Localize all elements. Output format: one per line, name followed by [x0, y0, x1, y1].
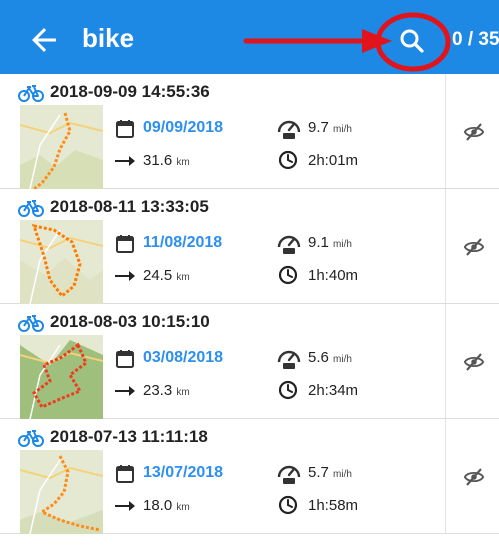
track-map-thumbnail[interactable]: [20, 220, 103, 304]
track-list: 2018-09-09 14:55:36 09/09/2018 31.6 km 9…: [0, 74, 499, 534]
track-avg-speed: 9.1 mi/h: [308, 234, 352, 251]
track-row[interactable]: 2018-08-11 13:33:05 11/08/2018 24.5 km 9…: [0, 189, 499, 304]
row-divider: [445, 74, 446, 188]
distance-value: 23.3: [143, 382, 173, 399]
track-avg-speed: 5.6 mi/h: [308, 349, 352, 366]
track-distance: 18.0 km: [143, 497, 190, 514]
track-row[interactable]: 2018-07-13 11:11:18 13/07/2018 18.0 km 5…: [0, 419, 499, 534]
speed-unit: mi/h: [333, 239, 352, 250]
eye-off-icon[interactable]: [463, 466, 485, 488]
clock-icon: [278, 265, 298, 285]
clock-icon: [278, 150, 298, 170]
speed-value: 9.1: [308, 234, 329, 251]
track-map-thumbnail[interactable]: [20, 450, 103, 534]
arrow-right-icon: [115, 271, 135, 281]
track-distance: 31.6 km: [143, 152, 190, 169]
track-map-thumbnail[interactable]: [20, 105, 103, 189]
track-title: 2018-09-09 14:55:36: [50, 82, 210, 101]
speed-unit: mi/h: [333, 469, 352, 480]
map-thumbnail-image: [20, 105, 103, 189]
distance-unit: km: [176, 157, 190, 168]
track-duration: 1h:58m: [308, 497, 359, 514]
track-avg-speed: 9.7 mi/h: [308, 119, 352, 136]
track-date: 09/09/2018: [143, 119, 224, 136]
map-thumbnail-image: [20, 220, 103, 304]
track-title: 2018-08-11 13:33:05: [50, 197, 209, 216]
clock-icon: [278, 495, 298, 515]
arrow-right-icon: [115, 156, 135, 166]
arrow-right-icon: [115, 501, 135, 511]
distance-unit: km: [176, 387, 190, 398]
speed-value: 5.6: [308, 349, 329, 366]
distance-value: 18.0: [143, 497, 173, 514]
track-duration: 2h:01m: [308, 152, 359, 169]
speedometer-icon: [277, 465, 301, 484]
distance-unit: km: [176, 272, 190, 283]
row-divider: [445, 189, 446, 303]
distance-unit: km: [176, 502, 190, 513]
eye-off-icon[interactable]: [463, 351, 485, 373]
speedometer-icon: [277, 235, 301, 254]
track-date: 11/08/2018: [143, 234, 223, 251]
bicycle-icon: [18, 85, 44, 102]
distance-value: 24.5: [143, 267, 173, 284]
calendar-icon: [116, 235, 134, 253]
calendar-icon: [116, 120, 134, 138]
calendar-icon: [116, 350, 134, 368]
distance-value: 31.6: [143, 152, 173, 169]
row-divider: [445, 419, 446, 533]
back-button[interactable]: [26, 22, 62, 58]
track-title: 2018-07-13 11:11:18: [50, 427, 208, 446]
track-date: 03/08/2018: [143, 349, 224, 366]
results-counter: 0 / 35: [452, 29, 499, 50]
calendar-icon: [116, 465, 134, 483]
arrow-left-icon: [32, 28, 56, 52]
track-distance: 23.3 km: [143, 382, 190, 399]
clock-icon: [278, 380, 298, 400]
track-duration: 1h:40m: [308, 267, 359, 284]
speed-unit: mi/h: [333, 124, 352, 135]
speed-value: 5.7: [308, 464, 329, 481]
row-divider: [445, 304, 446, 418]
map-thumbnail-image: [20, 450, 103, 534]
bicycle-icon: [18, 430, 44, 447]
track-map-thumbnail[interactable]: [20, 335, 103, 419]
annotation-ring: [375, 12, 451, 72]
track-avg-speed: 5.7 mi/h: [308, 464, 352, 481]
track-row[interactable]: 2018-08-03 10:15:10 03/08/2018 23.3 km 5…: [0, 304, 499, 419]
page-title: bike: [82, 23, 135, 53]
map-thumbnail-image: [20, 335, 103, 419]
track-duration: 2h:34m: [308, 382, 359, 399]
speed-value: 9.7: [308, 119, 329, 136]
eye-off-icon[interactable]: [463, 121, 485, 143]
track-date: 13/07/2018: [143, 464, 224, 481]
bicycle-icon: [18, 200, 44, 217]
bicycle-icon: [18, 315, 44, 332]
track-title: 2018-08-03 10:15:10: [50, 312, 210, 331]
speedometer-icon: [277, 350, 301, 369]
track-row[interactable]: 2018-09-09 14:55:36 09/09/2018 31.6 km 9…: [0, 74, 499, 189]
eye-off-icon[interactable]: [463, 236, 485, 258]
track-distance: 24.5 km: [143, 267, 190, 284]
arrow-right-icon: [115, 386, 135, 396]
speedometer-icon: [277, 120, 301, 139]
speed-unit: mi/h: [333, 354, 352, 365]
